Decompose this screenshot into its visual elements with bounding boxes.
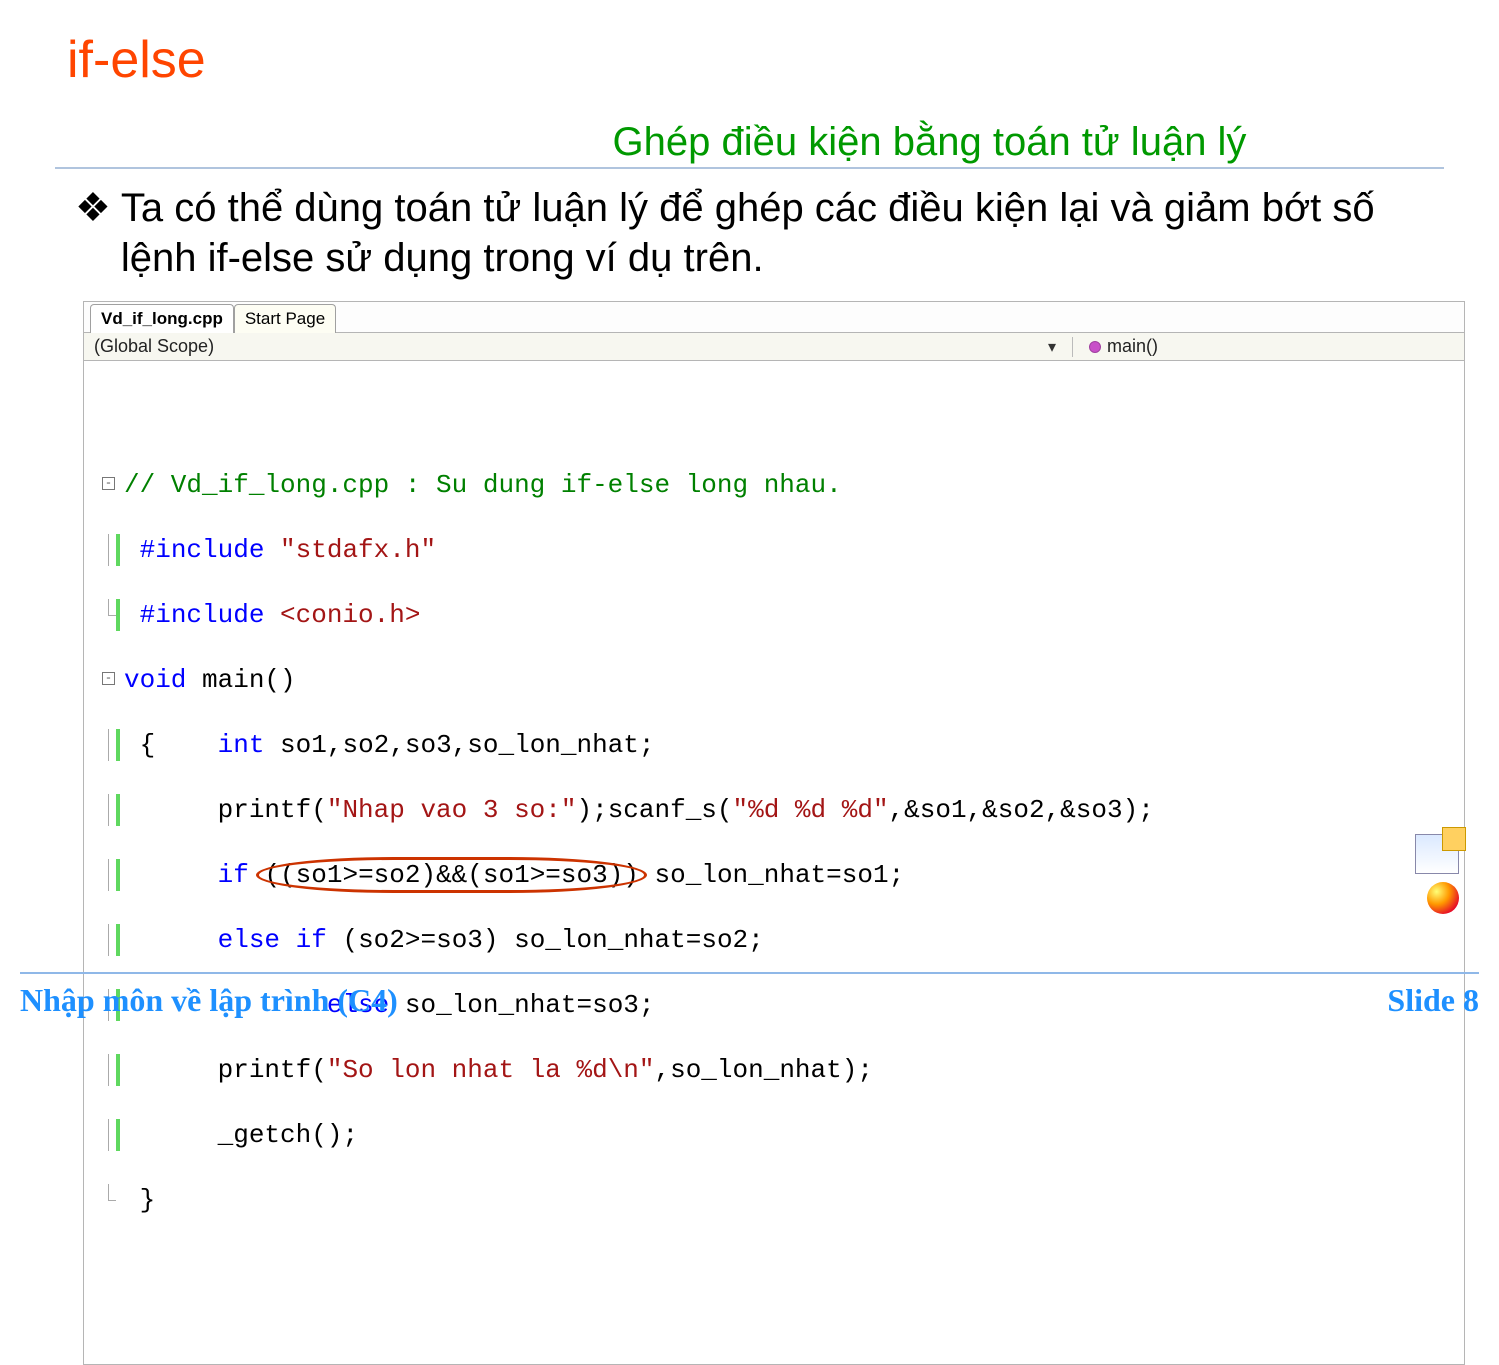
scope-dropdown-right[interactable]: main() xyxy=(1079,336,1458,357)
tab-bar: Vd_if_long.cpp Start Page xyxy=(84,302,1464,332)
outline-collapse-icon[interactable]: - xyxy=(102,672,115,685)
code-text-span: ,so_lon_nhat); xyxy=(655,1055,873,1085)
code-str: <conio.h> xyxy=(280,600,420,630)
scope-dropdown-left[interactable]: (Global Scope) xyxy=(90,336,1038,357)
ide-screenshot: Vd_if_long.cpp Start Page (Global Scope)… xyxy=(83,301,1465,1365)
tab-start-page[interactable]: Start Page xyxy=(234,304,336,333)
footer-right: Slide 8 xyxy=(1387,982,1479,1019)
code-kw: int xyxy=(218,730,265,760)
code-text-span: main() xyxy=(186,665,295,695)
corner-icons xyxy=(1415,834,1459,914)
vs-logo-icon xyxy=(1427,882,1459,914)
divider-top xyxy=(55,167,1444,169)
new-item-icon xyxy=(1415,834,1459,874)
slide-title: if-else xyxy=(67,30,1444,90)
code-str: "Nhap vao 3 so:" xyxy=(327,795,577,825)
footer-left: Nhập môn về lập trình (C4) xyxy=(20,982,398,1019)
scope-separator xyxy=(1072,337,1073,357)
code-text-span xyxy=(280,925,296,955)
code-text-span: ,&so1,&so2,&so3); xyxy=(889,795,1154,825)
method-icon xyxy=(1089,341,1101,353)
code-text-span: } xyxy=(140,1185,156,1215)
code-kw: else xyxy=(218,925,280,955)
code-kw: if xyxy=(296,925,327,955)
code-kw: if xyxy=(218,860,249,890)
code-editor[interactable]: -// Vd_if_long.cpp : Su dung if-else lon… xyxy=(84,361,1464,1364)
divider-bottom xyxy=(20,972,1479,974)
slide-footer: Nhập môn về lập trình (C4) Slide 8 xyxy=(20,982,1479,1019)
code-kw: void xyxy=(124,665,186,695)
scope-right-text: main() xyxy=(1107,336,1158,357)
slide-subtitle: Ghép điều kiện bằng toán tử luận lý xyxy=(55,120,1444,165)
code-str: "stdafx.h" xyxy=(280,535,436,565)
divider-bottom-wrap xyxy=(20,972,1479,974)
code-text-span: (so2>=so3) so_lon_nhat=so2; xyxy=(327,925,764,955)
circled-condition: ((so1>=so2)&&(so1>=so3)) xyxy=(264,859,638,892)
code-comment: // Vd_if_long.cpp : Su dung if-else long… xyxy=(124,470,842,500)
bullet-text: Ta có thể dùng toán tử luận lý để ghép c… xyxy=(121,183,1444,283)
code-text-span: _getch(); xyxy=(218,1120,358,1150)
code-text-span: );scanf_s( xyxy=(576,795,732,825)
tab-active[interactable]: Vd_if_long.cpp xyxy=(90,304,234,333)
bullet-icon: ❖ xyxy=(75,183,111,283)
code-text-span: so_lon_nhat=so1; xyxy=(655,860,905,890)
code-text-span: printf( xyxy=(218,795,327,825)
outline-collapse-icon[interactable]: - xyxy=(102,477,115,490)
code-str: "So lon nhat la %d\n" xyxy=(327,1055,655,1085)
code-text-span: { xyxy=(140,730,156,760)
code-text-span: ((so1>=so2)&&(so1>=so3)) xyxy=(264,860,638,890)
scope-bar: (Global Scope) ▾ main() xyxy=(84,332,1464,361)
code-kw: #include xyxy=(140,535,280,565)
code-str: "%d %d %d" xyxy=(733,795,889,825)
code-kw: #include xyxy=(140,600,280,630)
dropdown-arrow-icon: ▾ xyxy=(1038,337,1066,357)
code-text-span: printf( xyxy=(218,1055,327,1085)
slide: if-else Ghép điều kiện bằng toán tử luận… xyxy=(0,0,1499,1124)
scope-left-text: (Global Scope) xyxy=(94,336,214,357)
bullet-block: ❖ Ta có thể dùng toán tử luận lý để ghép… xyxy=(75,183,1444,283)
code-text-span: so1,so2,so3,so_lon_nhat; xyxy=(264,730,654,760)
